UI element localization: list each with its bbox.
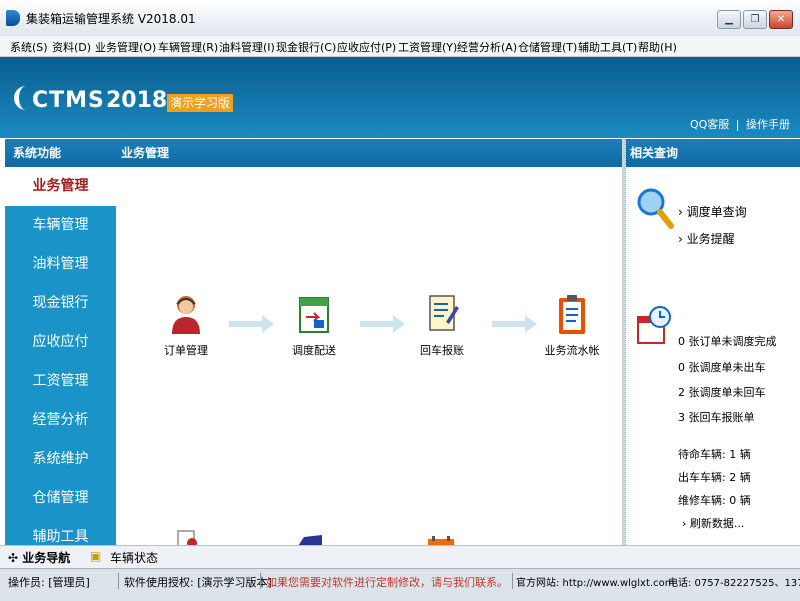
app-logo-icon bbox=[6, 10, 20, 26]
menu-warehouse[interactable]: 仓储管理(T) bbox=[518, 39, 577, 55]
reminder-not-dispatched[interactable]: 0 张调度单未出车 bbox=[678, 359, 766, 375]
logo-year: 2018 bbox=[106, 88, 168, 113]
title-bar: 集装箱运输管理系统 V2018.01 ▁ ❐ ✕ bbox=[0, 0, 800, 37]
clipboard-icon bbox=[552, 292, 592, 336]
menu-cash[interactable]: 现金银行(C) bbox=[276, 39, 336, 55]
sidebar-item-fuel[interactable]: 油料管理 bbox=[5, 245, 116, 284]
sidebar-item-analysis[interactable]: 经营分析 bbox=[5, 401, 116, 440]
reminder-return-reports[interactable]: 3 张回车报账单 bbox=[678, 409, 755, 425]
restore-button[interactable]: ❐ bbox=[743, 10, 767, 29]
dispatch-query-link[interactable]: › 调度单查询 bbox=[678, 203, 747, 220]
bottom-nav: ✣ 业务导航 ▣ 车辆状态 bbox=[0, 545, 800, 568]
document-icon[interactable] bbox=[174, 529, 200, 545]
flow-arrow-icon bbox=[360, 315, 406, 333]
status-separator bbox=[512, 573, 513, 589]
sidebar-item-receivable[interactable]: 应收应付 bbox=[5, 323, 116, 362]
status-website[interactable]: 官方网站: http://www.wlglxt.com bbox=[516, 574, 674, 589]
status-separator bbox=[118, 573, 119, 589]
tab-business-nav[interactable]: ✣ 业务导航 bbox=[8, 549, 70, 566]
status-separator bbox=[260, 573, 261, 589]
magnifier-icon bbox=[636, 187, 674, 229]
top-links: QQ客服 | 操作手册 bbox=[690, 116, 790, 132]
sidebar-item-tools[interactable]: 辅助工具 bbox=[5, 518, 116, 545]
menu-bar: 系统(S) 资料(D) 业务管理(O) 车辆管理(R) 油料管理(I) 现金银行… bbox=[0, 36, 800, 57]
flow-arrow-icon bbox=[229, 315, 275, 333]
vehicles-repair: 维修车辆: 0 辆 bbox=[678, 494, 751, 507]
menu-help[interactable]: 帮助(H) bbox=[638, 39, 677, 55]
sidebar-item-cash[interactable]: 现金银行 bbox=[5, 284, 116, 323]
vehicles-standby: 待命车辆: 1 辆 bbox=[678, 448, 751, 461]
refresh-data-link[interactable]: › 刷新数据... bbox=[682, 515, 744, 531]
close-button[interactable]: ✕ bbox=[769, 10, 793, 29]
sidebar-header: 系统功能 bbox=[5, 139, 116, 167]
menu-tools[interactable]: 辅助工具(T) bbox=[578, 39, 637, 55]
sidebar-item-business[interactable]: 业务管理 bbox=[5, 167, 116, 206]
logo-text: CTMS bbox=[32, 88, 105, 113]
related-header: 相关查询 bbox=[626, 139, 800, 167]
qq-support-link[interactable]: QQ客服 bbox=[690, 118, 729, 131]
manual-link[interactable]: 操作手册 bbox=[746, 118, 790, 131]
sidebar-item-vehicle[interactable]: 车辆管理 bbox=[5, 206, 116, 245]
sidebar-item-warehouse[interactable]: 仓储管理 bbox=[5, 479, 116, 518]
related-panel: › 调度单查询 › 业务提醒 0 张订单未调度完成 0 张调度单未出车 2 张调… bbox=[626, 167, 800, 545]
flow-label: 订单管理 bbox=[164, 344, 208, 357]
status-license: 软件使用授权: [演示学习版本] bbox=[124, 576, 272, 589]
menu-analysis[interactable]: 经营分析(A) bbox=[457, 39, 517, 55]
status-phone: 电话: 0757-82227525、137295 bbox=[668, 578, 800, 589]
menu-business[interactable]: 业务管理(O) bbox=[95, 39, 156, 55]
menu-salary[interactable]: 工资管理(Y) bbox=[398, 39, 457, 55]
flow-label: 回车报账 bbox=[420, 344, 464, 357]
flow-label: 业务流水帐 bbox=[544, 344, 600, 357]
menu-data[interactable]: 资料(D) bbox=[52, 39, 91, 55]
sidebar: 业务管理 车辆管理 油料管理 现金银行 应收应付 工资管理 经营分析 系统维护 … bbox=[5, 167, 116, 545]
reminder-not-returned[interactable]: 2 张调度单未回车 bbox=[678, 384, 766, 400]
flow-order-management[interactable]: 订单管理 bbox=[146, 292, 226, 358]
menu-fuel[interactable]: 油料管理(I) bbox=[219, 39, 275, 55]
reminder-unassigned-orders[interactable]: 0 张订单未调度完成 bbox=[678, 333, 777, 349]
flow-return-report[interactable]: 回车报账 bbox=[402, 292, 482, 358]
demo-badge: 演示学习版 bbox=[167, 94, 234, 112]
sidebar-item-maintenance[interactable]: 系统维护 bbox=[5, 440, 116, 479]
calendar-icon[interactable] bbox=[426, 535, 456, 545]
tab-vehicle-status[interactable]: 车辆状态 bbox=[110, 549, 158, 566]
ctms-logo-icon bbox=[14, 86, 33, 110]
main-panel: 订单管理 调度配送 回车报账 业务流水帐 bbox=[116, 167, 622, 545]
customer-service-icon bbox=[166, 292, 206, 336]
menu-receivable[interactable]: 应收应付(P) bbox=[337, 39, 396, 55]
flow-label: 调度配送 bbox=[292, 344, 336, 357]
truck-icon[interactable] bbox=[294, 533, 324, 545]
flow-dispatch[interactable]: 调度配送 bbox=[274, 292, 354, 358]
sidebar-item-salary[interactable]: 工资管理 bbox=[5, 362, 116, 401]
minimize-button[interactable]: ▁ bbox=[717, 10, 741, 29]
main-header: 业务管理 bbox=[116, 139, 622, 167]
vehicle-status-icon: ▣ bbox=[90, 549, 102, 563]
clock-calendar-icon bbox=[636, 305, 672, 345]
business-reminder-link[interactable]: › 业务提醒 bbox=[678, 230, 735, 247]
status-operator: 操作员: [管理员] bbox=[8, 576, 90, 589]
vehicles-out: 出车车辆: 2 辆 bbox=[678, 471, 751, 484]
status-notice: 如果您需要对软件进行定制修改，请与我们联系。 bbox=[266, 576, 508, 589]
report-edit-icon bbox=[422, 292, 462, 336]
link-separator: | bbox=[735, 118, 740, 131]
calendar-dispatch-icon bbox=[294, 292, 334, 336]
menu-vehicle[interactable]: 车辆管理(R) bbox=[158, 39, 218, 55]
status-bar: 操作员: [管理员] 软件使用授权: [演示学习版本] 如果您需要对软件进行定制… bbox=[0, 568, 800, 601]
flow-ledger[interactable]: 业务流水帐 bbox=[532, 292, 612, 358]
window-title: 集装箱运输管理系统 V2018.01 bbox=[26, 12, 196, 26]
menu-system[interactable]: 系统(S) bbox=[10, 39, 48, 55]
